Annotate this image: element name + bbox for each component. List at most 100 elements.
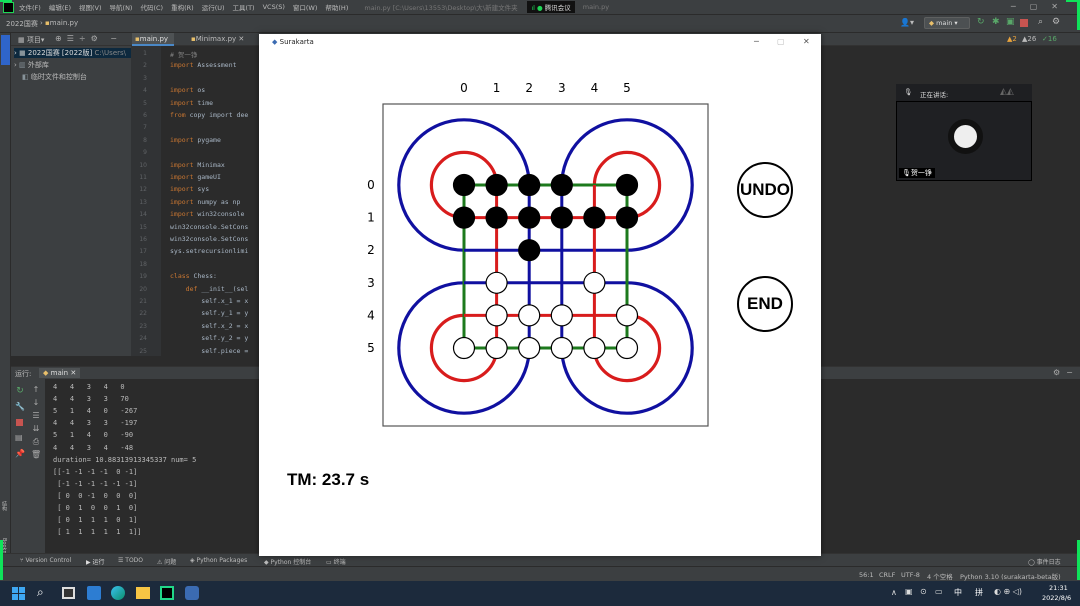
taskbar-search-icon[interactable]: ⌕	[37, 585, 44, 600]
menu-view[interactable]: 视图(V)	[79, 2, 102, 12]
code-line[interactable]: import os	[170, 86, 205, 94]
code-line[interactable]: import pygame	[170, 136, 221, 144]
speaker-video[interactable]: 🎙贺一铮	[896, 101, 1032, 181]
code-line[interactable]: self.y_2 = y	[170, 334, 248, 342]
code-line[interactable]: win32console.SetCons	[170, 235, 248, 243]
status-interpreter[interactable]: Python 3.10 (surakarta-beta版)	[960, 571, 1061, 581]
tool-terminal[interactable]: ▭ 终端	[326, 557, 346, 566]
code-line[interactable]: self.x_1 = x	[170, 297, 248, 305]
weak-warnings-count[interactable]: ▲26	[1022, 35, 1036, 43]
black-piece[interactable]	[550, 206, 573, 229]
black-piece[interactable]	[485, 173, 508, 197]
tool-python-console[interactable]: ◆ Python 控制台	[264, 557, 311, 566]
code-line[interactable]: self.piece =	[170, 347, 248, 355]
status-encoding[interactable]: UTF-8	[901, 571, 920, 579]
white-piece[interactable]	[485, 304, 508, 327]
file-explorer-icon[interactable]	[136, 587, 150, 599]
tray-battery-icon[interactable]: ▭	[935, 587, 943, 596]
tray-app-icon[interactable]: ▣	[905, 587, 913, 596]
menu-vcs[interactable]: VCS(S)	[263, 3, 285, 11]
code-line[interactable]: import Assessment	[170, 61, 237, 69]
white-piece[interactable]	[452, 336, 476, 360]
black-piece[interactable]	[583, 206, 606, 229]
white-piece[interactable]	[518, 304, 541, 327]
pycharm-taskbar-icon[interactable]	[160, 586, 174, 600]
code-line[interactable]: import sys	[170, 185, 209, 193]
warnings-count[interactable]: ▲2	[1007, 35, 1017, 43]
white-piece[interactable]	[485, 336, 508, 360]
code-line[interactable]: win32console.SetCons	[170, 223, 248, 231]
console-right-area[interactable]	[821, 379, 1080, 553]
code-editor[interactable]: # 贺一铮 import Assessment import os import ti…	[161, 46, 261, 356]
event-log[interactable]: ◯ 事件日志	[1028, 557, 1061, 566]
pin-icon[interactable]: 📌	[15, 449, 25, 458]
surakarta-window[interactable]: ◆ Surakarta ─ ▢ ✕ 012345012345 UNDO END …	[259, 34, 821, 556]
breadcrumb-file[interactable]: › ▪main.py	[40, 19, 78, 27]
end-button[interactable]: END	[737, 276, 793, 332]
settings-icon[interactable]: ⚙	[1052, 17, 1060, 27]
tray-network-icon[interactable]: ⊙	[920, 587, 927, 596]
black-piece[interactable]	[452, 173, 476, 197]
stop-icon[interactable]	[1020, 19, 1028, 27]
white-piece[interactable]	[615, 336, 639, 360]
menu-run[interactable]: 运行(U)	[202, 2, 225, 12]
white-piece[interactable]	[583, 336, 606, 360]
code-line[interactable]: import numpy as np	[170, 198, 240, 206]
code-line[interactable]: import time	[170, 99, 213, 107]
menu-edit[interactable]: 编辑(E)	[49, 2, 71, 12]
coverage-icon[interactable]: ▣	[1006, 17, 1015, 27]
tool-version-control[interactable]: ⑂ Version Control	[20, 557, 71, 564]
black-piece[interactable]	[485, 206, 508, 229]
user-icon[interactable]: 👤▾	[900, 18, 914, 27]
python-taskbar-icon[interactable]	[185, 586, 199, 600]
tab-minimax-py[interactable]: ▪Minimax.py ✕	[188, 33, 248, 46]
edge-browser-icon[interactable]	[111, 586, 125, 600]
black-piece[interactable]	[615, 173, 639, 197]
menu-tools[interactable]: 工具(T)	[233, 2, 255, 12]
window-controls[interactable]: ─▢✕	[1011, 2, 1072, 11]
code-line[interactable]: self.x_2 = x	[170, 322, 248, 330]
menu-navigate[interactable]: 导航(N)	[110, 2, 133, 12]
run-panel-settings-icon[interactable]: ⚙−	[1053, 368, 1079, 377]
menu-window[interactable]: 窗口(W)	[293, 2, 318, 12]
debug-icon[interactable]: ✱	[992, 17, 1000, 27]
taskbar-app-icon[interactable]	[87, 586, 101, 600]
project-panel-tools-icon[interactable]: ⊕☰÷⚙ −	[55, 34, 122, 43]
menu-code[interactable]: 代码(C)	[140, 2, 163, 12]
run-icon[interactable]: ↻	[977, 17, 985, 27]
stop-run-icon[interactable]	[16, 419, 23, 426]
tool-problems[interactable]: ⚠ 问题	[157, 557, 176, 566]
black-piece[interactable]	[518, 206, 541, 229]
breadcrumb-project[interactable]: 2022国赛	[6, 19, 38, 29]
white-piece[interactable]	[615, 304, 639, 327]
status-indent[interactable]: 4 个空格	[927, 571, 953, 581]
layout-icon[interactable]: ▤	[15, 433, 23, 442]
undo-button[interactable]: UNDO	[737, 162, 793, 218]
clock-date[interactable]: 2022/8/6	[1042, 594, 1071, 602]
meeting-overlay[interactable]: 🎙 正在讲话: ◭◭ 🎙贺一铮	[896, 84, 1032, 181]
run-config-select[interactable]: ◆ main ▾	[924, 17, 970, 29]
black-piece[interactable]	[518, 239, 541, 262]
white-piece[interactable]	[485, 271, 508, 294]
project-tool-window-button[interactable]	[1, 35, 10, 65]
structure-tool-button[interactable]: 结构	[1, 501, 8, 511]
code-line[interactable]: sys.setrecursionlimi	[170, 247, 248, 255]
black-piece[interactable]	[615, 206, 639, 229]
wrench-icon[interactable]: 🔧	[15, 399, 25, 415]
run-console[interactable]: 4 4 3 4 0 4 4 3 3 70 5 1 4 0 -267 4 4 3 3 -…	[45, 379, 259, 553]
tray-volume-icon[interactable]: ◐ ⊕ ◁)	[994, 587, 1022, 596]
task-view-icon[interactable]	[62, 587, 75, 599]
clock-time[interactable]: 21:31	[1049, 584, 1068, 592]
menu-file[interactable]: 文件(F)	[19, 2, 41, 12]
status-line-separator[interactable]: CRLF	[879, 571, 895, 579]
tab-main-py[interactable]: ▪main.py	[132, 33, 174, 46]
windows-start-icon[interactable]	[12, 587, 25, 600]
project-panel-header[interactable]: ▦ 项目▾	[18, 35, 44, 45]
tree-item-root[interactable]: › ■ 2022国赛 [2022版] C:\Users\	[14, 48, 131, 58]
typos-count[interactable]: ✓16	[1042, 35, 1057, 43]
white-piece[interactable]	[550, 336, 573, 360]
white-piece[interactable]	[550, 304, 573, 327]
status-caret[interactable]: 56:1	[859, 571, 874, 579]
search-icon[interactable]: ⌕	[1038, 17, 1043, 27]
black-piece[interactable]	[550, 173, 573, 197]
